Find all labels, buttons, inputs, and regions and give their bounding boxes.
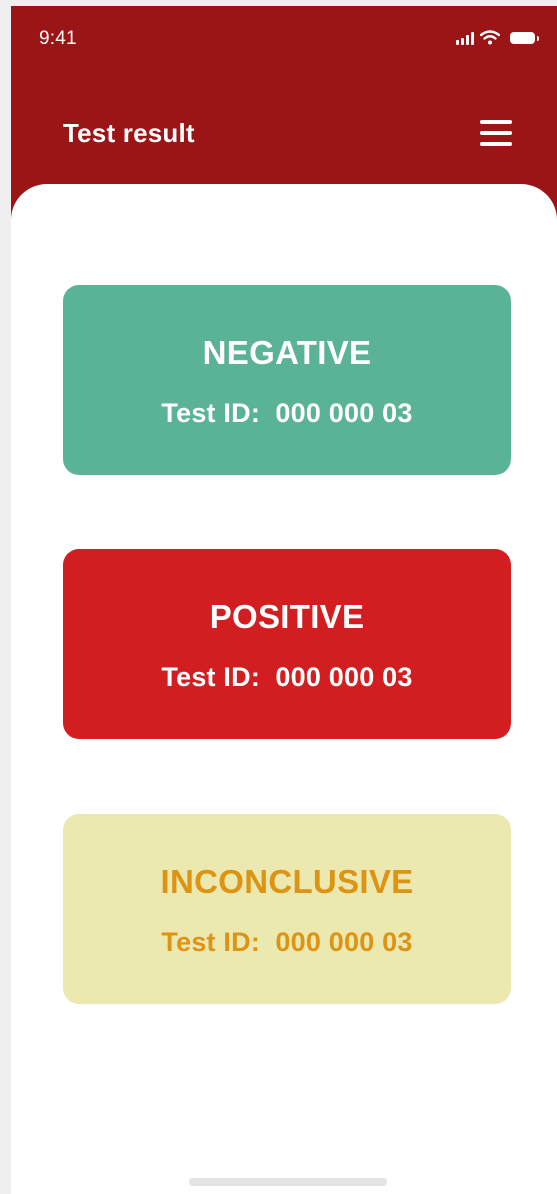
page-title: Test result: [63, 118, 195, 148]
battery-icon: [510, 32, 539, 44]
status-icons: [456, 30, 539, 45]
wifi-icon: [480, 30, 500, 45]
result-test-id: Test ID: 000 000 03: [161, 927, 413, 957]
positive-result-card[interactable]: POSITIVE Test ID: 000 000 03: [63, 549, 511, 739]
result-test-id: Test ID: 000 000 03: [161, 398, 413, 428]
status-time: 9:41: [39, 28, 77, 49]
inconclusive-result-card[interactable]: INCONCLUSIVE Test ID: 000 000 03: [63, 814, 511, 1004]
result-status-label: INCONCLUSIVE: [160, 863, 414, 900]
result-test-id: Test ID: 000 000 03: [161, 662, 413, 692]
result-status-label: POSITIVE: [209, 598, 365, 635]
result-status-label: NEGATIVE: [202, 334, 372, 371]
cellular-signal-icon: [456, 31, 474, 45]
home-indicator[interactable]: [189, 1178, 387, 1186]
results-panel: NEGATIVE Test ID: 000 000 03 POSITIVE Te…: [11, 184, 557, 1194]
phone-screen: 9:41 Test result NEGATIVE Test ID: 000 0…: [11, 6, 557, 1194]
negative-result-card[interactable]: NEGATIVE Test ID: 000 000 03: [63, 285, 511, 475]
hamburger-menu-icon[interactable]: [480, 118, 512, 148]
